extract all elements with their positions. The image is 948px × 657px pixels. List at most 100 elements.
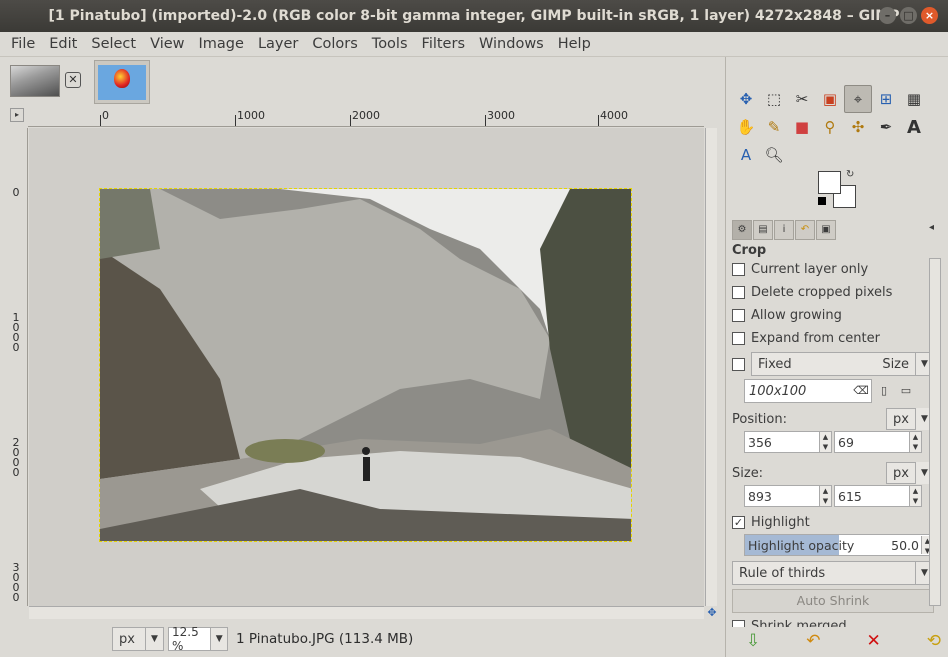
image-canvas[interactable] <box>29 128 704 606</box>
spin-arrows-icon[interactable]: ▲ ▼ <box>909 486 921 506</box>
size-width-input[interactable]: 893 ▲ ▼ <box>744 485 832 507</box>
menu-image[interactable]: Image <box>192 36 251 52</box>
paintbrush-tool-icon[interactable]: ✎ <box>760 113 788 141</box>
checkbox[interactable] <box>732 332 745 345</box>
highlight-option[interactable]: ✓ Highlight <box>732 511 934 534</box>
tool-options-tab-icon[interactable]: ⚙ <box>732 220 752 240</box>
toolbox-dock: ✥ ⬚ ✂ ▣ ⌖ ⊞ ▦ ✋ ✎ ■ ⚲ ✣ ✒ A A 🔍︎ ↻ ⚙ ▤ i… <box>725 57 948 657</box>
auto-shrink-button[interactable]: Auto Shrink <box>732 589 934 613</box>
crop-tool-icon[interactable]: ⌖ <box>844 85 872 113</box>
measure-tool-icon[interactable]: A <box>732 141 760 169</box>
fixed-mode-select[interactable]: Fixed Size ▼ <box>751 352 934 376</box>
checkbox[interactable] <box>732 620 745 627</box>
zoom-select[interactable]: 12.5 % ▼ <box>168 625 228 653</box>
toolbox: ✥ ⬚ ✂ ▣ ⌖ ⊞ ▦ ✋ ✎ ■ ⚲ ✣ ✒ A A 🔍︎ <box>732 85 942 169</box>
checkbox-checked[interactable]: ✓ <box>732 516 745 529</box>
highlight-opacity-slider[interactable]: Highlight opacity 50.0 ▲ ▼ <box>744 534 934 556</box>
maximize-button[interactable]: □ <box>900 7 917 24</box>
menu-colors[interactable]: Colors <box>305 36 364 52</box>
fixed-value-row: 100x100 ⌫ ▯ ▭ <box>732 379 934 403</box>
warp-transform-tool-icon[interactable]: ▦ <box>900 85 928 113</box>
horizontal-scrollbar[interactable] <box>29 606 704 619</box>
menu-edit[interactable]: Edit <box>42 36 84 52</box>
tool-options-title: Crop <box>732 243 767 258</box>
option-label: Highlight <box>751 515 810 530</box>
allow-growing-option[interactable]: Allow growing <box>732 304 934 327</box>
history-tab-icon[interactable]: ↶ <box>795 220 815 240</box>
image-tab-balloon[interactable] <box>94 60 150 104</box>
spin-arrows-icon[interactable]: ▲ ▼ <box>819 432 831 452</box>
shrink-merged-option[interactable]: Shrink merged <box>732 615 934 627</box>
landscape-icon[interactable]: ▭ <box>896 380 916 402</box>
device-status-tab-icon[interactable]: ▤ <box>753 220 773 240</box>
current-layer-only-option[interactable]: Current layer only <box>732 258 934 281</box>
menu-help[interactable]: Help <box>551 36 598 52</box>
chevron-down-icon: ▼ <box>145 628 163 650</box>
delete-cropped-option[interactable]: Delete cropped pixels <box>732 281 934 304</box>
unit-select[interactable]: px ▼ <box>112 627 164 651</box>
swap-colors-icon[interactable]: ↻ <box>846 169 854 180</box>
image-tab-pinatubo[interactable] <box>10 65 60 97</box>
fixed-value-input[interactable]: 100x100 ⌫ <box>744 379 872 403</box>
foreground-select-tool-icon[interactable]: ▣ <box>816 85 844 113</box>
spin-arrows-icon[interactable]: ▲ ▼ <box>819 486 831 506</box>
checkbox[interactable] <box>732 263 745 276</box>
close-window-button[interactable]: × <box>921 7 938 24</box>
spin-arrows-icon[interactable]: ▲ ▼ <box>909 432 921 452</box>
menu-windows[interactable]: Windows <box>472 36 551 52</box>
foreground-color-swatch[interactable] <box>818 171 841 194</box>
menu-filters[interactable]: Filters <box>415 36 472 52</box>
option-label: Delete cropped pixels <box>751 285 893 300</box>
menu-view[interactable]: View <box>143 36 191 52</box>
portrait-icon[interactable]: ▯ <box>874 380 894 402</box>
menu-file[interactable]: File <box>4 36 42 52</box>
dock-menu-icon[interactable]: ◂ <box>929 222 934 233</box>
restore-options-icon[interactable]: ↶ <box>806 631 820 651</box>
checkbox[interactable] <box>732 286 745 299</box>
image-photo[interactable] <box>99 188 632 542</box>
minimize-button[interactable]: – <box>879 7 896 24</box>
undo-history-tab-icon[interactable]: i <box>774 220 794 240</box>
position-y-input[interactable]: 69 ▲ ▼ <box>834 431 922 453</box>
clone-tool-icon[interactable]: ⚲ <box>816 113 844 141</box>
paths-tool-icon[interactable]: ✒ <box>872 113 900 141</box>
horizontal-ruler[interactable]: 0 1000 2000 3000 4000 <box>28 107 704 127</box>
expand-center-option[interactable]: Expand from center <box>732 327 934 350</box>
position-x-input[interactable]: 356 ▲ ▼ <box>744 431 832 453</box>
checkbox[interactable] <box>732 309 745 322</box>
smudge-tool-icon[interactable]: ✋ <box>732 113 760 141</box>
heal-tool-icon[interactable]: ✣ <box>844 113 872 141</box>
clear-input-icon[interactable]: ⌫ <box>851 380 871 402</box>
position-unit-select[interactable]: px ▼ <box>886 408 934 430</box>
free-select-tool-icon[interactable]: ✂ <box>788 85 816 113</box>
menu-tools[interactable]: Tools <box>365 36 415 52</box>
spin-value: 356 <box>748 434 772 450</box>
quick-mask-menu-icon[interactable]: ▸ <box>10 108 24 122</box>
rect-select-tool-icon[interactable]: ⬚ <box>760 85 788 113</box>
eraser-tool-icon[interactable]: ■ <box>788 113 816 141</box>
save-options-icon[interactable]: ⇩ <box>746 631 760 651</box>
window-titlebar: [1 Pinatubo] (imported)-2.0 (RGB color 8… <box>0 0 948 32</box>
size-unit-select[interactable]: px ▼ <box>886 462 934 484</box>
images-tab-icon[interactable]: ▣ <box>816 220 836 240</box>
unit-value: px <box>893 411 909 427</box>
vertical-ruler[interactable]: 0 1000 2000 3000 <box>8 128 28 606</box>
dock-tabs: ⚙ ▤ i ↶ ▣ <box>732 220 944 240</box>
close-tab-icon[interactable]: ✕ <box>65 72 81 88</box>
move-tool-icon[interactable]: ✥ <box>732 85 760 113</box>
zoom-tool-icon[interactable]: 🔍︎ <box>760 141 788 169</box>
text-tool-icon[interactable]: A <box>900 113 928 141</box>
unified-transform-tool-icon[interactable]: ⊞ <box>872 85 900 113</box>
fixed-checkbox[interactable] <box>732 357 745 371</box>
default-colors-icon[interactable] <box>818 197 826 205</box>
option-label: Allow growing <box>751 308 842 323</box>
navigate-icon[interactable]: ✥ <box>706 607 718 619</box>
guides-select[interactable]: Rule of thirds ▼ <box>732 561 934 585</box>
delete-options-icon[interactable]: ✕ <box>867 631 881 651</box>
tool-options-scrollbar[interactable] <box>929 258 941 606</box>
menu-layer[interactable]: Layer <box>251 36 305 52</box>
vertical-scrollbar[interactable] <box>705 128 717 606</box>
reset-options-icon[interactable]: ⟲ <box>927 631 941 651</box>
menu-select[interactable]: Select <box>84 36 143 52</box>
size-height-input[interactable]: 615 ▲ ▼ <box>834 485 922 507</box>
